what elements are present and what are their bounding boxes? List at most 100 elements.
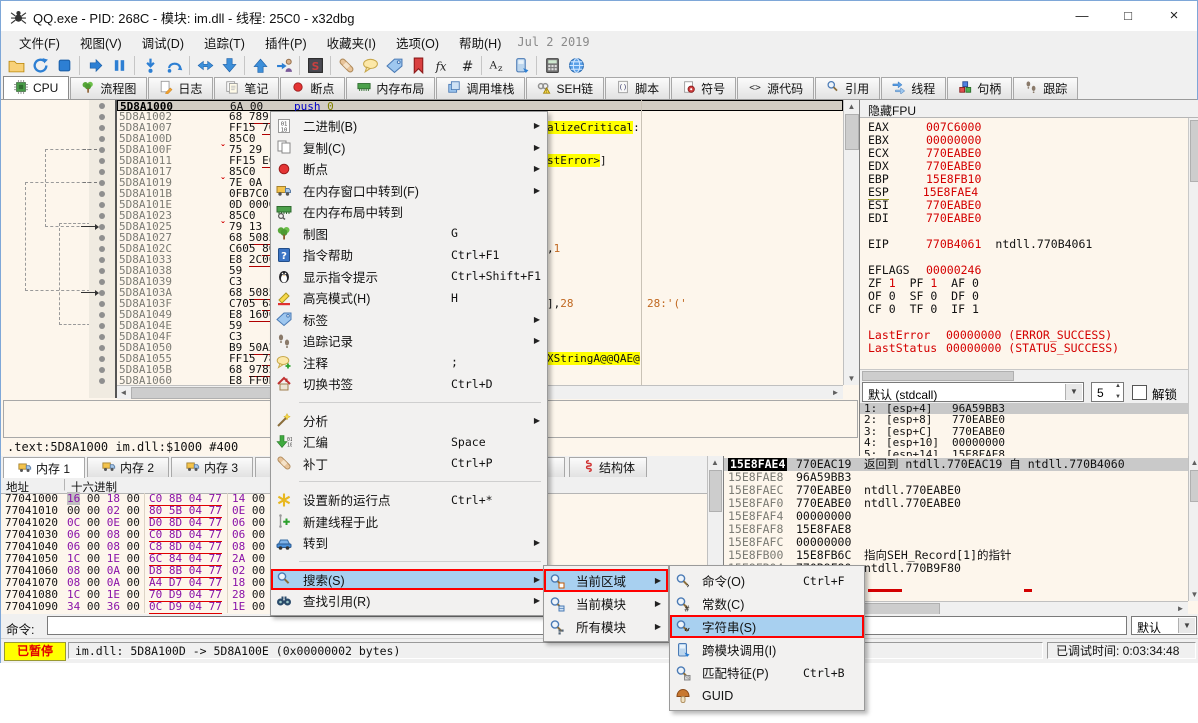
argument-row[interactable]: 4:[esp+10]00000000 <box>860 437 1188 448</box>
call-phone-button[interactable] <box>509 54 533 77</box>
menu-item-断点[interactable]: 断点▶ <box>271 158 547 180</box>
breakpoint-dot[interactable] <box>99 125 105 131</box>
menubar-item-6[interactable]: 选项(O) <box>386 31 449 54</box>
flag-SF[interactable]: SF 0 <box>910 289 938 303</box>
scroll-down-arrow[interactable]: ▼ <box>844 372 859 385</box>
flag-DF[interactable]: DF 0 <box>951 289 979 303</box>
scroll-thumb[interactable] <box>845 114 859 150</box>
step-out-button[interactable] <box>248 54 272 77</box>
calling-convention-select[interactable]: 默认 (stdcall) ▼ <box>862 382 1084 402</box>
tab-调用堆栈[interactable]: 调用堆栈 <box>436 77 525 99</box>
menu-item-当前区域[interactable]: 当前区域▶ <box>544 569 668 592</box>
menu-item-复制(C)[interactable]: 复制(C)▶ <box>271 137 547 159</box>
tab-符号[interactable]: 符号 <box>671 77 736 99</box>
tab-日志[interactable]: 日志 <box>148 77 213 99</box>
menu-item-跨模块调用(I)[interactable]: 跨模块调用(I) <box>670 638 864 661</box>
flag-ZF[interactable]: ZF 1 <box>868 276 896 290</box>
maximize-button[interactable]: □ <box>1105 1 1151 31</box>
dump-tab-结构体[interactable]: 结构体 <box>569 457 647 477</box>
breakpoint-dot[interactable] <box>99 345 105 351</box>
patch-button[interactable] <box>334 54 358 77</box>
arg-count-stepper[interactable]: 5 ▲ ▼ <box>1091 382 1124 402</box>
breakpoint-dot[interactable] <box>99 356 105 362</box>
flag-OF[interactable]: OF 0 <box>868 289 896 303</box>
menu-item-所有模块[interactable]: 所有模块▶ <box>544 615 668 638</box>
register-value[interactable]: 00000246 <box>926 263 981 277</box>
register-line[interactable]: CF 0 TF 0 IF 1 <box>868 303 1192 316</box>
bookmarks-button[interactable] <box>406 54 430 77</box>
tab-脚本[interactable]: ()脚本 <box>605 77 670 99</box>
register-value[interactable]: 770EABE0 <box>926 211 981 225</box>
register-value[interactable]: 15E8FAE4 <box>923 185 978 199</box>
run-to-user-code-button[interactable] <box>193 54 217 77</box>
menu-item-查找引用(R)[interactable]: 查找引用(R)▶ <box>271 590 547 612</box>
menu-item-转到[interactable]: 转到▶ <box>271 532 547 554</box>
tab-线程[interactable]: 线程 <box>881 77 946 99</box>
scroll-up-arrow[interactable]: ▲ <box>708 456 722 469</box>
register-line[interactable]: EDX770EABE0 <box>868 160 1192 173</box>
scroll-left-arrow[interactable]: ◄ <box>117 386 130 399</box>
scroll-right-arrow[interactable]: ► <box>829 386 842 399</box>
flag-TF[interactable]: TF 0 <box>910 302 938 316</box>
scroll-thumb[interactable] <box>1190 470 1198 502</box>
tab-SEH链[interactable]: !SEH链 <box>526 77 604 99</box>
breakpoint-dot[interactable] <box>99 136 105 142</box>
attach-button[interactable] <box>272 54 296 77</box>
menu-item-高亮模式(H)[interactable]: 高亮模式(H)H <box>271 287 547 309</box>
register-value[interactable]: 15E8FB10 <box>926 172 981 186</box>
register-line[interactable]: ESP15E8FAE4 <box>868 186 1192 199</box>
register-value[interactable]: 770EABE0 <box>926 159 981 173</box>
stack-row[interactable]: 15E8FAF815E8FAE8 <box>724 523 1188 536</box>
register-list[interactable]: EAX007C6000EBX00000000ECX770EABE0EDX770E… <box>868 121 1192 381</box>
breakpoint-dot[interactable] <box>99 180 105 186</box>
tab-源代码[interactable]: <>源代码 <box>737 77 814 99</box>
restart-button[interactable] <box>28 54 52 77</box>
chevron-down-icon[interactable]: ▼ <box>1065 384 1082 400</box>
menu-item-显示指令提示[interactable]: 显示指令提示Ctrl+Shift+F1 <box>271 266 547 288</box>
scroll-thumb[interactable] <box>862 371 1014 381</box>
command-profile-select[interactable]: 默认 ▼ <box>1131 616 1197 635</box>
menubar-item-2[interactable]: 调试(D) <box>132 31 194 54</box>
hash-button[interactable]: # <box>454 54 478 77</box>
tab-内存布局[interactable]: 内存布局 <box>346 77 435 99</box>
registers-hscrollbar[interactable] <box>860 369 1188 381</box>
pause-button[interactable] <box>107 54 131 77</box>
hide-fpu-button[interactable]: 隐藏FPU <box>860 100 1198 118</box>
menu-item-汇编[interactable]: 0110汇编Space <box>271 431 547 453</box>
breakpoint-dot[interactable] <box>99 290 105 296</box>
menu-item-字符串(S)[interactable]: “字符串(S) <box>670 615 864 638</box>
breakpoint-dot[interactable] <box>99 279 105 285</box>
breakpoint-dot[interactable] <box>99 202 105 208</box>
register-line[interactable]: EAX007C6000 <box>868 121 1192 134</box>
tab-引用[interactable]: 引用 <box>815 77 880 99</box>
register-value[interactable]: 770B4061 <box>926 237 981 251</box>
chevron-down-icon[interactable]: ▼ <box>1178 618 1195 633</box>
tab-跟踪[interactable]: 跟踪 <box>1013 77 1078 99</box>
breakpoint-dot[interactable] <box>99 147 105 153</box>
minimize-button[interactable]: — <box>1059 1 1105 31</box>
breakpoint-dot[interactable] <box>99 312 105 318</box>
step-into-button[interactable] <box>138 54 162 77</box>
labels-button[interactable] <box>382 54 406 77</box>
breakpoint-dot[interactable] <box>99 246 105 252</box>
breakpoint-dot[interactable] <box>99 224 105 230</box>
stepper-down-icon[interactable]: ▼ <box>1115 394 1121 400</box>
menubar-item-7[interactable]: 帮助(H) <box>449 31 511 54</box>
dump-tab-内存 3[interactable]: 内存 3 <box>171 457 253 477</box>
menu-item-设置新的运行点[interactable]: 设置新的运行点Ctrl+* <box>271 489 547 511</box>
menu-item-匹配特征(P)[interactable]: 匹配特征(P)Ctrl+B <box>670 661 864 684</box>
disasm-vscrollbar[interactable]: ▲ ▼ <box>843 100 859 385</box>
menu-item-指令帮助[interactable]: ?指令帮助Ctrl+F1 <box>271 244 547 266</box>
calculator-button[interactable] <box>540 54 564 77</box>
breakpoint-dot[interactable] <box>99 191 105 197</box>
dump-tab-内存 2[interactable]: 内存 2 <box>87 457 169 477</box>
register-line[interactable]: LastStatus00000000 (STATUS_SUCCESS) <box>868 342 1192 355</box>
menu-item-命令(O)[interactable]: ›命令(O)Ctrl+F <box>670 569 864 592</box>
open-file-button[interactable] <box>4 54 28 77</box>
menu-item-新建线程于此[interactable]: 新建线程于此 <box>271 511 547 533</box>
stop-button[interactable] <box>52 54 76 77</box>
breakpoint-dot[interactable] <box>99 235 105 241</box>
tab-句柄[interactable]: 句柄 <box>947 77 1012 99</box>
unlock-checkbox[interactable] <box>1132 385 1147 400</box>
register-line[interactable]: ECX770EABE0 <box>868 147 1192 160</box>
